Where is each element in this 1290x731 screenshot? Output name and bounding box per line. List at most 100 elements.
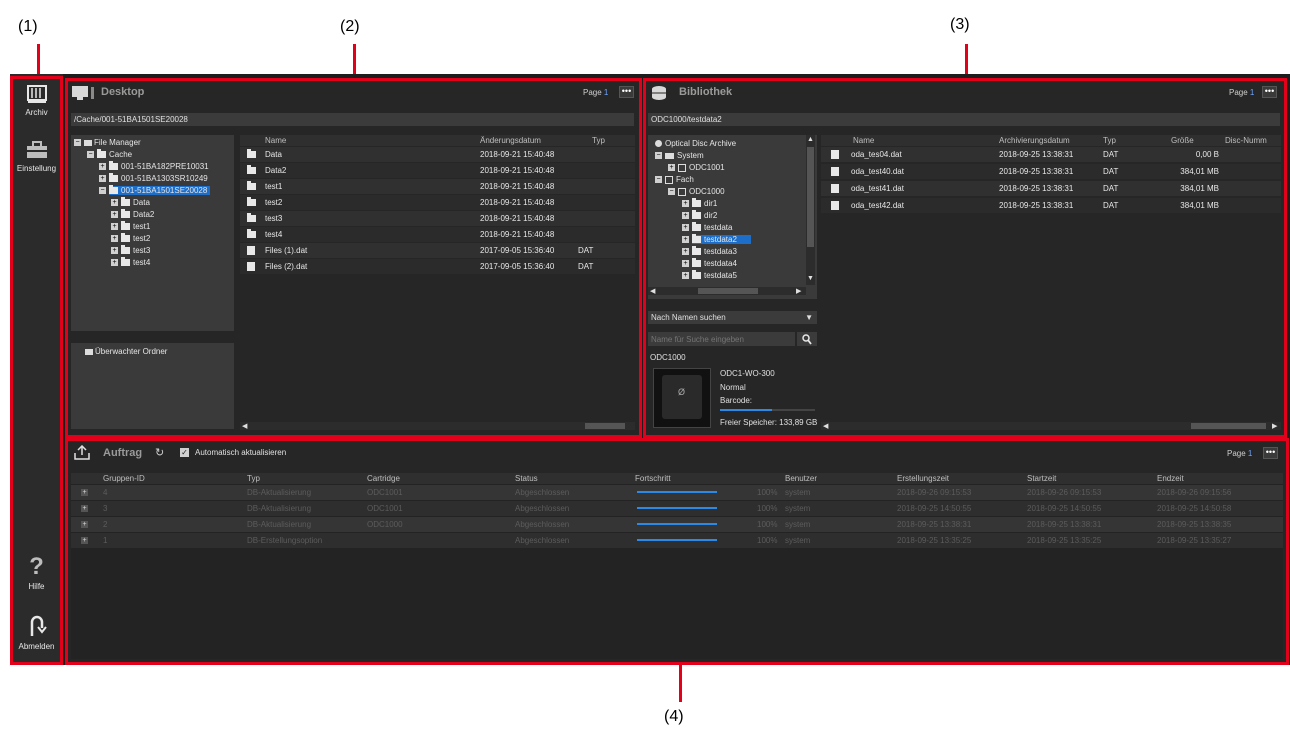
column-header-name[interactable]: Name: [265, 135, 286, 146]
sidebar-item-einstellung[interactable]: Einstellung: [10, 140, 63, 173]
expand-icon[interactable]: +: [81, 537, 88, 544]
search-button[interactable]: [797, 332, 817, 346]
table-row[interactable]: oda_test40.dat 2018-09-25 13:38:31 DAT 384,…: [821, 164, 1281, 179]
table-row[interactable]: test2 2018-09-21 15:40:48: [240, 195, 635, 210]
auftrag-more-button[interactable]: •••: [1263, 447, 1278, 459]
folder-icon: [247, 165, 256, 175]
tree-node-folder[interactable]: + test1: [111, 221, 150, 232]
horizontal-scrollbar[interactable]: ◀ ▶: [821, 422, 1281, 430]
table-row[interactable]: Data2 2018-09-21 15:40:48: [240, 163, 635, 178]
table-row[interactable]: oda_test41.dat 2018-09-25 13:38:31 DAT 384,…: [821, 181, 1281, 196]
tree-node-file-manager[interactable]: − File Manager: [74, 138, 141, 148]
tree-node-folder[interactable]: + test3: [111, 245, 150, 256]
column-header-group-id[interactable]: Gruppen-ID: [103, 473, 145, 484]
table-row[interactable]: Files (2).dat 2017-09-05 15:36:40 DAT: [240, 259, 635, 274]
row-type: DB-Erstellungsoption: [247, 536, 323, 545]
column-header-disc[interactable]: Disc-Numm: [1225, 135, 1267, 146]
row-created: 2018-09-26 09:15:53: [897, 488, 972, 497]
scroll-left-arrow[interactable]: ◀: [823, 422, 828, 430]
tree-node-folder[interactable]: + Data2: [111, 209, 154, 220]
column-header-cartridge[interactable]: Cartridge: [367, 473, 400, 484]
table-row[interactable]: test3 2018-09-21 15:40:48: [240, 211, 635, 226]
row-date: 2018-09-25 13:38:31: [999, 184, 1074, 193]
table-row[interactable]: Data 2018-09-21 15:40:48: [240, 147, 635, 162]
table-row[interactable]: test1 2018-09-21 15:40:48: [240, 179, 635, 194]
row-status: Abgeschlossen: [515, 504, 570, 513]
tree-node-cache[interactable]: − Cache: [87, 149, 132, 160]
scroll-left-arrow[interactable]: ◀: [242, 422, 247, 430]
column-header-type[interactable]: Typ: [592, 135, 605, 146]
row-type: DB-Aktualisierung: [247, 520, 312, 529]
column-header-type[interactable]: Typ: [247, 473, 260, 484]
desktop-page-indicator: Page 1: [583, 88, 608, 97]
tree-node-folder[interactable]: + testdata3: [682, 246, 737, 257]
scrollbar-thumb[interactable]: [1191, 423, 1266, 429]
tree-node-folder[interactable]: + testdata: [682, 222, 732, 233]
library-tree: Optical Disc Archive − System + ODC1001 − F…: [648, 135, 817, 299]
watched-folder-node[interactable]: Überwachter Ordner: [85, 347, 167, 357]
column-header-start[interactable]: Startzeit: [1027, 473, 1056, 484]
column-header-user[interactable]: Benutzer: [785, 473, 817, 484]
column-header-date[interactable]: Änderungsdatum: [480, 135, 541, 146]
tree-node-system[interactable]: − System: [655, 151, 704, 161]
column-header-name[interactable]: Name: [853, 135, 874, 146]
tree-node-folder[interactable]: + Data: [111, 197, 150, 208]
horizontal-scrollbar[interactable]: ◀: [240, 422, 635, 430]
search-mode-select[interactable]: Nach Namen suchen ▼: [648, 311, 817, 324]
tree-node-folder[interactable]: +001-51BA1303SR10249: [99, 173, 208, 184]
table-row[interactable]: oda_tes04.dat 2018-09-25 13:38:31 DAT 0,00 …: [821, 147, 1281, 162]
table-row[interactable]: +4 DB-Aktualisierung ODC1001 Abgeschlossen 1…: [71, 485, 1283, 500]
scroll-right-arrow[interactable]: ▶: [796, 287, 801, 295]
scroll-left-arrow[interactable]: ◀: [650, 287, 655, 295]
tree-node-folder[interactable]: + test2: [111, 233, 150, 244]
column-header-progress[interactable]: Fortschritt: [635, 473, 671, 484]
expand-icon[interactable]: +: [81, 521, 88, 528]
column-header-created[interactable]: Erstellungszeit: [897, 473, 949, 484]
tree-node-cartridge[interactable]: + ODC1001: [668, 163, 725, 173]
column-header-status[interactable]: Status: [515, 473, 538, 484]
expand-icon[interactable]: +: [81, 489, 88, 496]
sidebar-item-hilfe[interactable]: ? Hilfe: [10, 555, 63, 592]
tree-node-folder-selected[interactable]: + testdata2: [682, 234, 751, 245]
desktop-file-table: Name Änderungsdatum Typ Data 2018-09-21 1…: [240, 135, 635, 430]
scroll-down-arrow[interactable]: ▼: [807, 275, 814, 282]
tree-node-folder[interactable]: +001-51BA182PRE10031: [99, 161, 209, 172]
desktop-more-button[interactable]: •••: [619, 86, 634, 98]
sidebar-item-archiv[interactable]: Archiv: [10, 84, 63, 117]
auto-refresh-checkbox[interactable]: ✓: [180, 448, 189, 457]
scrollbar-thumb[interactable]: [807, 147, 814, 247]
tree-node-folder-selected[interactable]: −001-51BA1501SE20028: [99, 185, 211, 196]
tree-node-cartridge[interactable]: − ODC1000: [668, 187, 725, 197]
bibliothek-more-button[interactable]: •••: [1262, 86, 1277, 98]
scroll-up-arrow[interactable]: ▲: [807, 136, 814, 143]
scroll-right-arrow[interactable]: ▶: [1272, 422, 1277, 430]
tree-node-folder[interactable]: + testdata4: [682, 258, 737, 269]
expand-icon[interactable]: +: [81, 505, 88, 512]
tree-node-folder[interactable]: + dir2: [682, 210, 717, 221]
table-row[interactable]: +1 DB-Erstellungsoption Abgeschlossen 100% s…: [71, 533, 1283, 548]
tree-node-folder[interactable]: + dir1: [682, 198, 717, 209]
scrollbar-thumb[interactable]: [585, 423, 625, 429]
table-row[interactable]: oda_test42.dat 2018-09-25 13:38:31 DAT 384,…: [821, 198, 1281, 213]
column-header-size[interactable]: Größe: [1171, 135, 1194, 146]
table-row[interactable]: +2 DB-Aktualisierung ODC1000 Abgeschlossen 1…: [71, 517, 1283, 532]
tree-node-folder[interactable]: + test4: [111, 257, 150, 268]
table-row[interactable]: test4 2018-09-21 15:40:48: [240, 227, 635, 242]
tree-node-oda[interactable]: Optical Disc Archive: [655, 139, 736, 149]
tree-node-fach[interactable]: − Fach: [655, 175, 694, 185]
vertical-scrollbar[interactable]: ▲ ▼: [806, 135, 815, 285]
table-row[interactable]: Files (1).dat 2017-09-05 15:36:40 DAT: [240, 243, 635, 258]
row-date: 2018-09-25 13:38:31: [999, 201, 1074, 210]
horizontal-scrollbar[interactable]: ◀ ▶: [648, 287, 806, 295]
table-row[interactable]: +3 DB-Aktualisierung ODC1001 Abgeschlossen 1…: [71, 501, 1283, 516]
refresh-icon[interactable]: ↻: [155, 446, 164, 459]
sidebar-item-abmelden[interactable]: Abmelden: [10, 614, 63, 651]
tree-node-folder[interactable]: + testdata5: [682, 270, 737, 281]
scrollbar-thumb[interactable]: [698, 288, 758, 294]
column-header-date[interactable]: Archivierungsdatum: [999, 135, 1070, 146]
row-type: DB-Aktualisierung: [247, 504, 312, 513]
search-mode-value: Nach Namen suchen: [651, 313, 726, 322]
column-header-end[interactable]: Endzeit: [1157, 473, 1184, 484]
column-header-type[interactable]: Typ: [1103, 135, 1116, 146]
search-input[interactable]: [648, 332, 795, 346]
